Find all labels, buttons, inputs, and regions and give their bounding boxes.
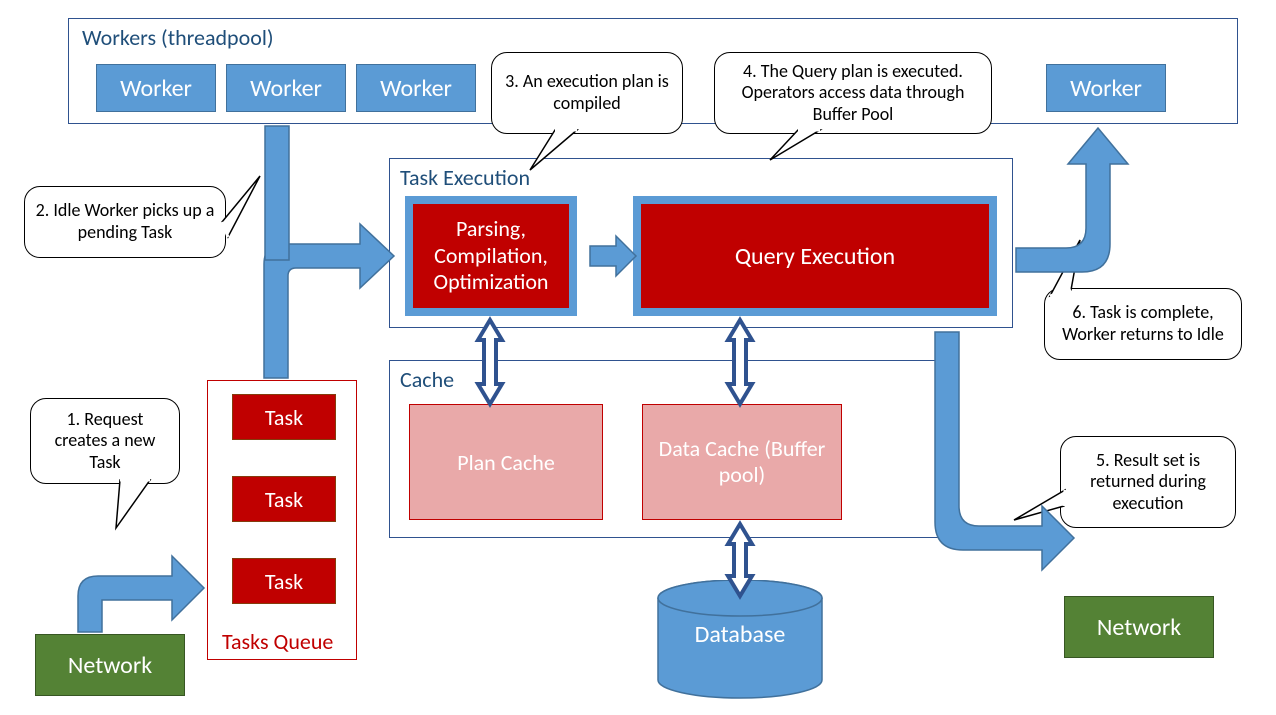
task-2: Task: [232, 476, 336, 522]
task-1: Task: [232, 394, 336, 440]
worker-1: Worker: [96, 64, 216, 112]
workers-title: Workers (threadpool): [82, 24, 274, 51]
arrow-result-to-network: [935, 332, 1074, 570]
network-left: Network: [35, 634, 185, 696]
network-right: Network: [1064, 596, 1214, 658]
arrow-return-to-idle: [1016, 128, 1128, 272]
callout-2: 2. Idle Worker picks up a pending Task: [24, 186, 226, 258]
task-3: Task: [232, 558, 336, 604]
arrow-network-to-queue: [78, 556, 204, 632]
data-cache-box: Data Cache (Buffer pool): [642, 404, 842, 520]
task-exec-title: Task Execution: [400, 164, 530, 191]
worker-4: Worker: [1046, 64, 1166, 112]
callout-1: 1. Request creates a new Task: [30, 398, 180, 484]
callout-6: 6. Task is complete, Worker returns to I…: [1044, 288, 1242, 360]
arrow-worker-down-merge: [265, 126, 289, 260]
worker-2: Worker: [226, 64, 346, 112]
cache-title: Cache: [400, 366, 454, 393]
callout-5: 5. Result set is returned during executi…: [1060, 436, 1236, 528]
callout-4: 4. The Query plan is executed. Operators…: [714, 52, 992, 134]
worker-3: Worker: [356, 64, 476, 112]
callout-3: 3. An execution plan is compiled: [491, 52, 683, 134]
arrow-queue-to-taskexec: [264, 224, 394, 378]
database-label: Database: [660, 614, 820, 654]
query-exec-box: Query Execution: [633, 196, 997, 316]
tasks-queue-title: Tasks Queue: [222, 628, 333, 655]
parsing-box: Parsing, Compilation, Optimization: [405, 196, 577, 316]
plan-cache-box: Plan Cache: [409, 404, 603, 520]
